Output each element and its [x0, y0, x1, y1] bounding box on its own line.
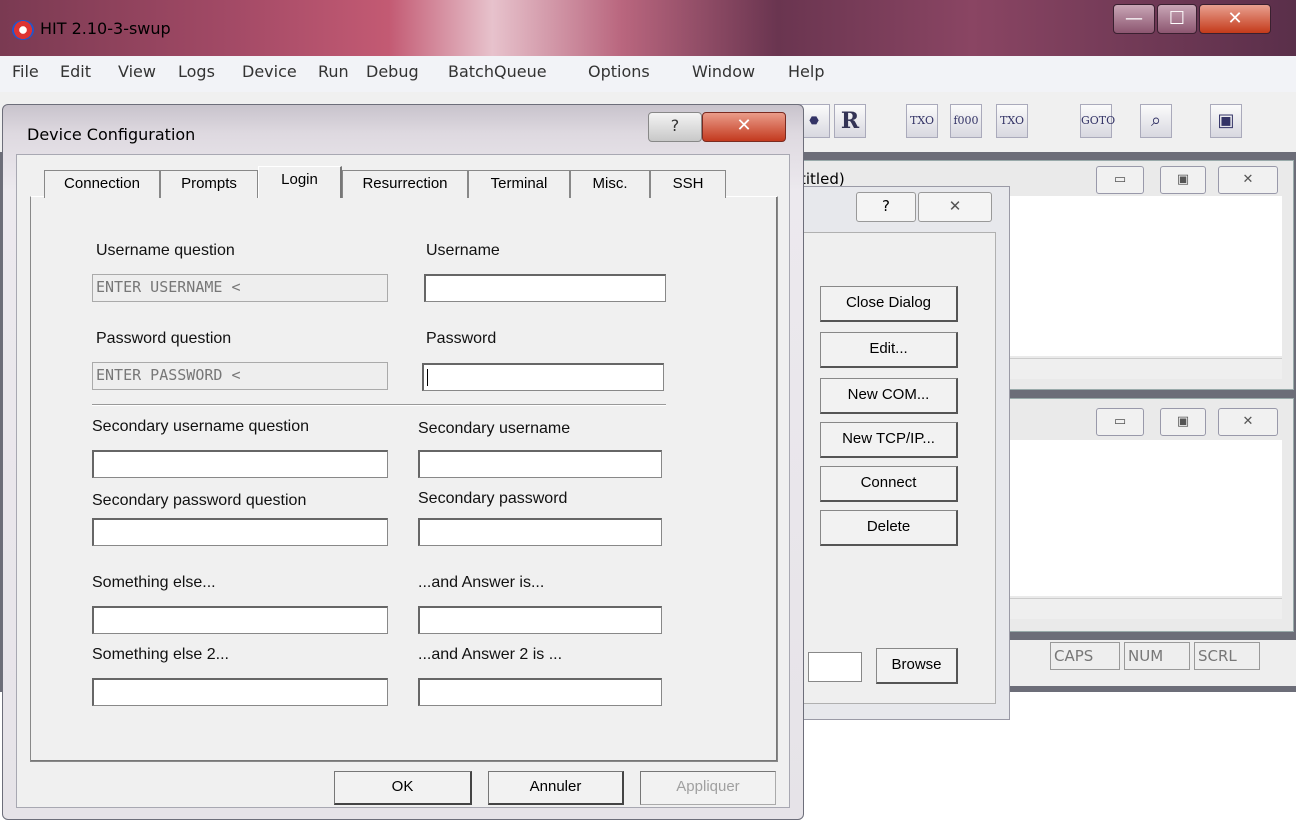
password-label: Password: [426, 330, 497, 347]
main-window-title: HIT 2.10-3-swup: [40, 19, 171, 38]
password-question-label: Password question: [96, 330, 232, 347]
menu-edit[interactable]: Edit: [60, 62, 91, 81]
menu-logs[interactable]: Logs: [178, 62, 215, 81]
menu-device[interactable]: Device: [242, 62, 297, 81]
close-button[interactable]: ✕: [702, 112, 786, 142]
secondary-password-question-field[interactable]: [92, 518, 388, 546]
status-num: NUM: [1124, 642, 1190, 670]
app-logo-icon: [12, 20, 34, 40]
username-question-field[interactable]: ENTER USERNAME <: [92, 274, 388, 302]
secondary-username-question-label: Secondary username question: [92, 418, 310, 435]
status-scrl: SCRL: [1194, 642, 1260, 670]
mdi-restore-button[interactable]: ▣: [1160, 166, 1206, 194]
delete-button[interactable]: Delete: [820, 510, 958, 546]
mdi-minimize-button[interactable]: ▭: [1096, 166, 1144, 194]
tab-misc[interactable]: Misc.: [570, 170, 650, 198]
close-button[interactable]: ✕: [1199, 4, 1271, 34]
mdi-close-button[interactable]: ✕: [1218, 166, 1278, 194]
menu-run[interactable]: Run: [318, 62, 349, 81]
menu-batchqueue[interactable]: BatchQueue: [448, 62, 547, 81]
ok-button[interactable]: OK: [334, 771, 472, 805]
minimize-button[interactable]: —: [1113, 4, 1155, 34]
answer-label: ...and Answer is...: [418, 574, 545, 591]
edit-button[interactable]: Edit...: [820, 332, 958, 368]
answer-2-label: ...and Answer 2 is ...: [418, 646, 563, 663]
mdi-restore-button[interactable]: ▣: [1160, 408, 1206, 436]
password-question-field[interactable]: ENTER PASSWORD <: [92, 362, 388, 390]
new-com-button[interactable]: New COM...: [820, 378, 958, 414]
menu-file[interactable]: File: [12, 62, 39, 81]
status-caps: CAPS: [1050, 642, 1120, 670]
something-else-2-field[interactable]: [92, 678, 388, 706]
menu-options[interactable]: Options: [588, 62, 650, 81]
tab-prompts[interactable]: Prompts: [160, 170, 258, 198]
dialog-title: Device Configuration: [27, 125, 196, 144]
tab-ssh[interactable]: SSH: [650, 170, 726, 198]
connect-button[interactable]: Connect: [820, 466, 958, 502]
record-icon[interactable]: R: [834, 104, 866, 138]
secondary-password-label: Secondary password: [418, 490, 568, 507]
menu-help[interactable]: Help: [788, 62, 824, 81]
new-tcpip-button[interactable]: New TCP/IP...: [820, 422, 958, 458]
username-field[interactable]: [424, 274, 666, 302]
secondary-password-question-label: Secondary password question: [92, 492, 307, 509]
mdi-child-client-2: [1002, 440, 1282, 596]
something-else-label: Something else...: [92, 574, 216, 591]
path-input[interactable]: [808, 652, 862, 682]
step-f000-icon[interactable]: f000: [950, 104, 982, 138]
find-icon[interactable]: ⌕: [1140, 104, 1172, 138]
goto-icon[interactable]: GOTO: [1080, 104, 1115, 138]
help-button[interactable]: ?: [648, 112, 702, 142]
close-dialog-button[interactable]: Close Dialog: [820, 286, 958, 322]
something-else-2-label: Something else 2...: [92, 646, 229, 663]
menu-window[interactable]: Window: [692, 62, 755, 81]
answer-2-field[interactable]: [418, 678, 662, 706]
tab-connection[interactable]: Connection: [44, 170, 160, 198]
answer-field[interactable]: [418, 606, 662, 634]
mdi-close-button[interactable]: ✕: [1218, 408, 1278, 436]
username-label: Username: [426, 242, 500, 259]
device-icon[interactable]: ▣: [1210, 104, 1242, 138]
repeat-txo-icon[interactable]: TXO: [996, 104, 1028, 138]
apply-button[interactable]: Appliquer: [640, 771, 776, 805]
horizontal-scrollbar[interactable]: [1002, 358, 1282, 379]
horizontal-scrollbar[interactable]: [1002, 598, 1282, 619]
menu-debug[interactable]: Debug: [366, 62, 419, 81]
mdi-child-client-1: [1002, 196, 1282, 356]
username-question-label: Username question: [96, 242, 235, 259]
tab-login[interactable]: Login: [258, 166, 342, 198]
separator: [92, 404, 666, 406]
text-cursor: [427, 369, 428, 386]
secondary-username-label: Secondary username: [418, 420, 571, 437]
tab-resurrection[interactable]: Resurrection: [342, 170, 468, 198]
secondary-username-field[interactable]: [418, 450, 662, 478]
main-titlebar: [0, 0, 1296, 56]
something-else-field[interactable]: [92, 606, 388, 634]
cancel-button[interactable]: Annuler: [488, 771, 624, 805]
secondary-password-field[interactable]: [418, 518, 662, 546]
mdi-minimize-button[interactable]: ▭: [1096, 408, 1144, 436]
help-button[interactable]: ?: [856, 192, 916, 222]
menu-view[interactable]: View: [118, 62, 156, 81]
close-button[interactable]: ✕: [918, 192, 992, 222]
secondary-username-question-field[interactable]: [92, 450, 388, 478]
password-field[interactable]: [422, 363, 664, 391]
tab-terminal[interactable]: Terminal: [468, 170, 570, 198]
step-txo-icon[interactable]: TXO: [906, 104, 938, 138]
browse-button[interactable]: Browse: [876, 648, 958, 684]
maximize-button[interactable]: ☐: [1157, 4, 1197, 34]
menu-bar: File Edit View Logs Device Run Debug Bat…: [0, 56, 1296, 93]
